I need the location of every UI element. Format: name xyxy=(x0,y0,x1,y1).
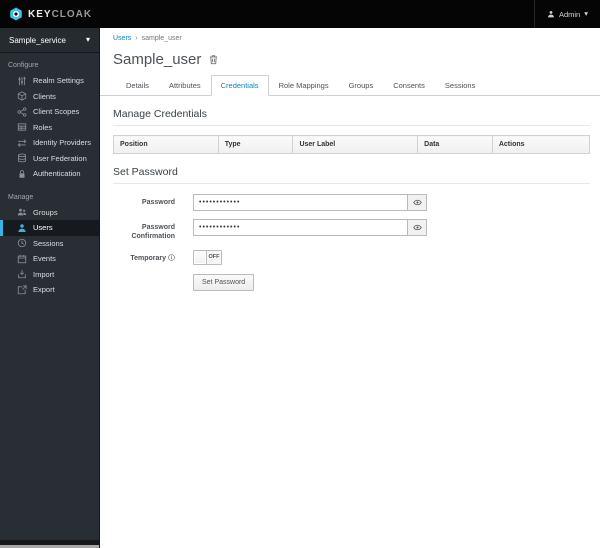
divider xyxy=(113,183,590,184)
info-icon xyxy=(168,254,175,261)
nav-section-manage: Manage Groups Users Sessions Events Impo… xyxy=(0,194,99,298)
sidebar-item-roles[interactable]: Roles xyxy=(0,120,99,136)
column-header-type: Type xyxy=(217,135,294,154)
password-confirmation-input-group xyxy=(193,219,427,236)
tab-bar: Details Attributes Credentials Role Mapp… xyxy=(100,75,600,96)
tab-credentials[interactable]: Credentials xyxy=(210,75,269,96)
password-confirmation-input[interactable] xyxy=(193,219,407,236)
submit-row: Set Password xyxy=(113,273,600,291)
eye-icon xyxy=(412,224,422,231)
breadcrumb-users-link[interactable]: Users xyxy=(113,35,131,42)
set-password-form: Password Password Confirmation Temporary xyxy=(113,194,600,291)
admin-user-menu[interactable]: Admin ▾ xyxy=(533,0,600,28)
database-icon xyxy=(17,153,27,163)
toggle-state-label: OFF xyxy=(207,250,221,264)
table-icon xyxy=(17,122,27,132)
temporary-toggle[interactable]: OFF xyxy=(193,249,222,265)
password-row: Password xyxy=(113,194,600,211)
sidebar-item-users[interactable]: Users xyxy=(0,220,99,236)
chevron-down-icon: ▾ xyxy=(85,35,90,44)
chevron-down-icon: ▾ xyxy=(584,9,588,19)
share-nodes-icon xyxy=(17,107,27,117)
calendar-icon xyxy=(17,254,27,264)
breadcrumb-separator: › xyxy=(135,35,138,42)
sidebar-item-user-federation[interactable]: User Federation xyxy=(0,151,99,167)
password-label: Password xyxy=(141,199,175,206)
column-header-data: Data xyxy=(417,135,493,154)
toggle-handle xyxy=(194,250,207,264)
tab-role-mappings[interactable]: Role Mappings xyxy=(269,75,339,96)
tab-attributes[interactable]: Attributes xyxy=(159,75,211,96)
tab-consents[interactable]: Consents xyxy=(383,75,435,96)
sidebar-item-export[interactable]: Export xyxy=(0,282,99,298)
credentials-table-header-row: Position Type User Label Data Actions xyxy=(113,135,591,154)
sidebar: Sample_service ▾ Configure Realm Setting… xyxy=(0,28,100,548)
delete-user-button[interactable] xyxy=(208,54,219,65)
breadcrumb: Users › sample_user xyxy=(100,28,600,42)
password-confirmation-label: Password Confirmation xyxy=(131,224,175,241)
admin-label: Admin xyxy=(558,9,581,19)
tab-sessions[interactable]: Sessions xyxy=(435,75,485,96)
sidebar-item-realm-settings[interactable]: Realm Settings xyxy=(0,73,99,89)
brand-text: KEYCLOAK xyxy=(28,8,93,20)
group-icon xyxy=(17,207,27,217)
sidebar-item-import[interactable]: Import xyxy=(0,267,99,283)
set-password-button[interactable]: Set Password xyxy=(193,273,255,291)
column-header-position: Position xyxy=(113,135,219,154)
sidebar-item-clients[interactable]: Clients xyxy=(0,89,99,105)
section-label: Configure xyxy=(8,62,39,69)
export-icon xyxy=(17,285,27,295)
breadcrumb-current: sample_user xyxy=(141,35,182,42)
keycloak-hexagon-icon xyxy=(10,7,22,21)
user-icon xyxy=(17,223,27,233)
sidebar-item-authentication[interactable]: Authentication xyxy=(0,166,99,182)
sidebar-item-events[interactable]: Events xyxy=(0,251,99,267)
realm-selector[interactable]: Sample_service ▾ xyxy=(0,28,99,53)
nav-section-configure: Configure Realm Settings Clients Client … xyxy=(0,62,99,182)
cube-icon xyxy=(17,91,27,101)
person-icon xyxy=(547,11,554,18)
trash-icon xyxy=(210,55,218,65)
show-password-button[interactable] xyxy=(407,194,427,211)
top-bar: KEYCLOAK Admin ▾ xyxy=(0,0,600,28)
import-icon xyxy=(17,269,27,279)
realm-name: Sample_service xyxy=(9,35,66,45)
temporary-label: Temporary xyxy=(113,250,175,265)
sidebar-item-client-scopes[interactable]: Client Scopes xyxy=(0,104,99,120)
set-password-heading: Set Password xyxy=(113,166,178,178)
tab-details[interactable]: Details xyxy=(116,75,159,96)
tab-groups[interactable]: Groups xyxy=(339,75,384,96)
page-title-row: Sample_user xyxy=(113,51,600,68)
temporary-row: Temporary OFF xyxy=(113,249,600,265)
sidebar-item-groups[interactable]: Groups xyxy=(0,205,99,221)
lock-icon xyxy=(17,169,27,179)
sidebar-item-sessions[interactable]: Sessions xyxy=(0,236,99,252)
column-header-user-label: User Label xyxy=(292,135,419,154)
show-password-confirmation-button[interactable] xyxy=(407,219,427,236)
arrows-swap-icon xyxy=(17,138,27,148)
column-header-actions: Actions xyxy=(491,135,591,154)
keycloak-logo: KEYCLOAK xyxy=(0,7,92,21)
password-confirmation-row: Password Confirmation xyxy=(113,219,600,242)
divider xyxy=(113,125,590,126)
sidebar-item-identity-providers[interactable]: Identity Providers xyxy=(0,135,99,151)
clock-icon xyxy=(17,238,27,248)
manage-credentials-heading: Manage Credentials xyxy=(113,108,207,120)
password-input[interactable] xyxy=(193,194,407,211)
eye-icon xyxy=(412,199,422,206)
main-content: Users › sample_user Sample_user Details … xyxy=(100,28,600,548)
sidebar-nav: Configure Realm Settings Clients Client … xyxy=(0,53,99,298)
sliders-icon xyxy=(17,76,27,86)
page-title: Sample_user xyxy=(113,51,202,68)
section-label: Manage xyxy=(8,193,34,201)
credentials-table: Position Type User Label Data Actions xyxy=(113,135,591,154)
password-input-group xyxy=(193,194,427,211)
